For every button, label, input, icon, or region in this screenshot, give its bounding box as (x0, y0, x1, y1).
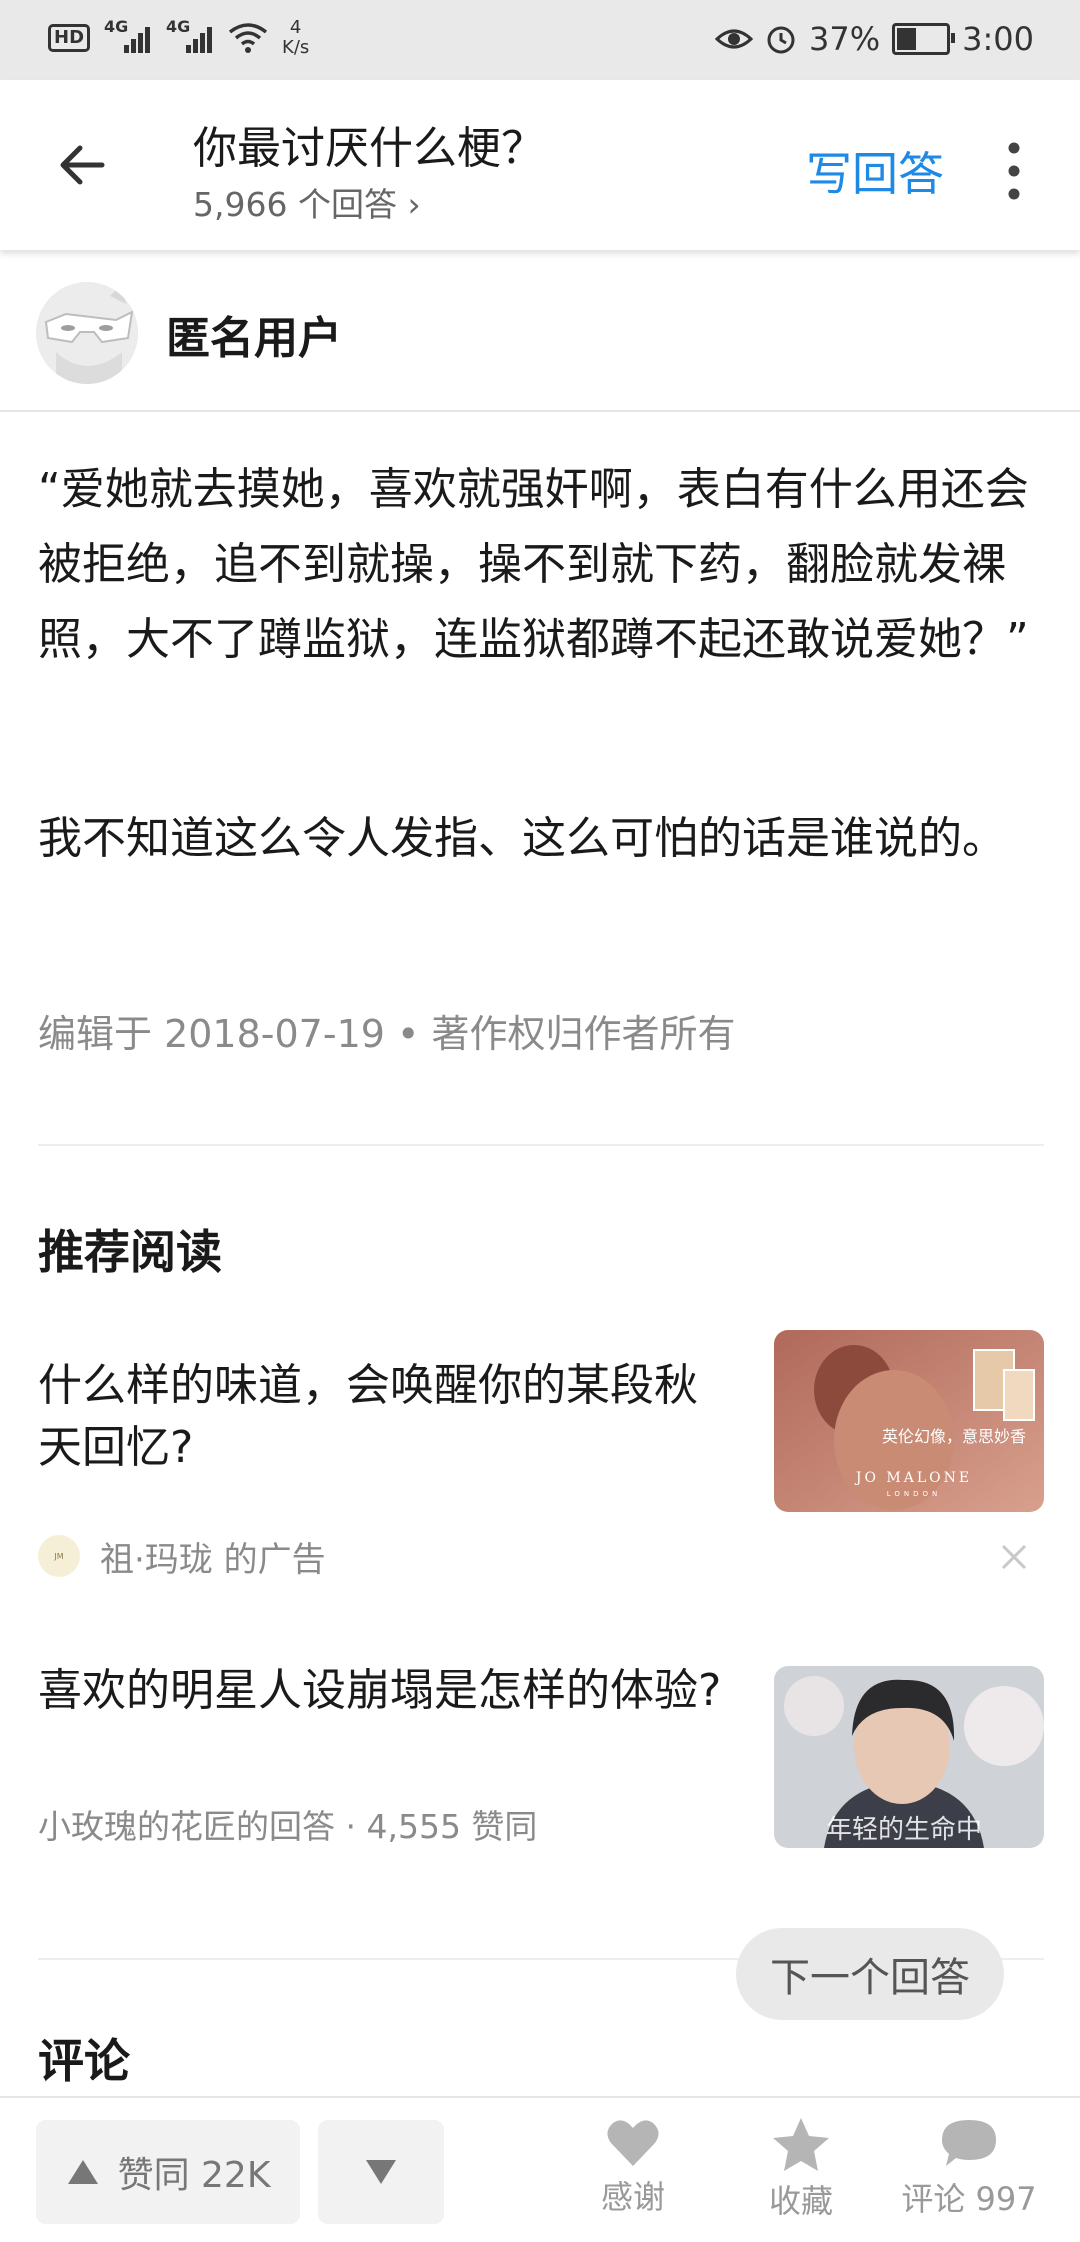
answer-count-link[interactable]: 5,966 个回答 › (193, 178, 421, 226)
recommended-item-thumbnail-2[interactable]: 年轻的生命中 (774, 1666, 1044, 1848)
divider (38, 1144, 1044, 1146)
author-row[interactable]: 匿名用户 (0, 270, 1080, 412)
comments-heading: 评论 (38, 2034, 130, 2088)
network-type-2: 4G (166, 17, 191, 36)
recommended-item-title[interactable]: 什么样的味道，会唤醒你的某段秋天回忆? (38, 1355, 738, 1479)
thanks-button[interactable]: 感谢 (558, 2116, 708, 2218)
triangle-down-icon (366, 2160, 396, 2184)
eye-icon (715, 29, 754, 49)
wifi-icon (228, 23, 268, 53)
thanks-label: 感谢 (600, 2178, 665, 2216)
jo-malone-logo-icon: JM (38, 1535, 80, 1577)
upvote-label: 赞同 22K (117, 2155, 271, 2196)
speech-bubble-icon (942, 2120, 996, 2166)
heart-icon (607, 2120, 659, 2166)
answer-paragraph-2: 我不知道这么令人发指、这么可怕的话是谁说的。 (38, 813, 1006, 864)
question-title[interactable]: 你最讨厌什么梗？ (193, 112, 545, 176)
battery-percent: 37% (809, 20, 881, 58)
ad-brand-sub: LONDON (887, 1490, 942, 1498)
ad-brand: JO MALONE (854, 1470, 972, 1486)
upvote-button[interactable]: 赞同 22K (36, 2120, 300, 2224)
ad-caption: 英伦幻像，意思妙香 (882, 1427, 1026, 1446)
ad-source-row: JM 祖·玛珑 的广告 (38, 1532, 326, 1580)
downvote-button[interactable] (318, 2120, 444, 2224)
network-speed: 4 K/s (282, 17, 310, 58)
star-icon (773, 2118, 829, 2171)
celebrity-photo: 年轻的生命中 (774, 1666, 1044, 1848)
signal-icon-2: 4G (166, 17, 214, 55)
photo-caption: 年轻的生命中 (826, 1815, 982, 1845)
status-bar: HD 4G 4G 4 K/s 37% 3:00 (0, 0, 1080, 80)
bottom-action-bar: 赞同 22K 感谢 收藏 评论 997 (0, 2096, 1080, 2242)
comment-label: 评论 997 (901, 2180, 1037, 2218)
answer-paragraph-1: “爱她就去摸她，喜欢就强奸啊，表白有什么用还会被拒绝，追不到就操，操不到就下药，… (38, 464, 1029, 665)
top-app-bar: 你最讨厌什么梗？ 5,966 个回答 › 写回答 (0, 80, 1080, 250)
more-options-icon[interactable] (998, 136, 1030, 206)
triangle-up-icon (67, 2160, 98, 2184)
hd-icon: HD (48, 24, 91, 52)
signal-icon: 4G (104, 17, 152, 55)
collect-label: 收藏 (768, 2182, 833, 2220)
comment-button[interactable]: 评论 997 (894, 2116, 1044, 2220)
recommended-item-meta: 小玫瑰的花匠的回答 · 4,555 赞同 (38, 1807, 538, 1846)
recommended-heading: 推荐阅读 (38, 1225, 222, 1279)
author-name[interactable]: 匿名用户 (166, 302, 342, 366)
recommended-item-title-2[interactable]: 喜欢的明星人设崩塌是怎样的体验? (38, 1660, 738, 1722)
recommended-item-thumbnail[interactable]: 英伦幻像，意思妙香 JO MALONE LONDON (774, 1330, 1044, 1512)
answer-meta: 编辑于 2018-07-19 • 著作权归作者所有 (38, 1012, 736, 1056)
anonymous-mask-icon (36, 282, 138, 384)
clock: 3:00 (962, 20, 1034, 58)
perfume-ad-image: 英伦幻像，意思妙香 JO MALONE LONDON (774, 1330, 1044, 1512)
ad-label: 祖·玛珑 的广告 (100, 1539, 326, 1580)
alarm-icon (767, 26, 795, 54)
collect-button[interactable]: 收藏 (726, 2116, 876, 2222)
network-type-1: 4G (104, 17, 129, 36)
battery-icon (892, 23, 956, 55)
back-arrow-icon[interactable] (50, 130, 120, 200)
anonymous-avatar[interactable] (36, 282, 138, 384)
next-answer-button[interactable]: 下一个回答 (736, 1928, 1004, 2020)
close-icon[interactable] (1000, 1543, 1028, 1571)
write-answer-button[interactable]: 写回答 (806, 138, 944, 204)
